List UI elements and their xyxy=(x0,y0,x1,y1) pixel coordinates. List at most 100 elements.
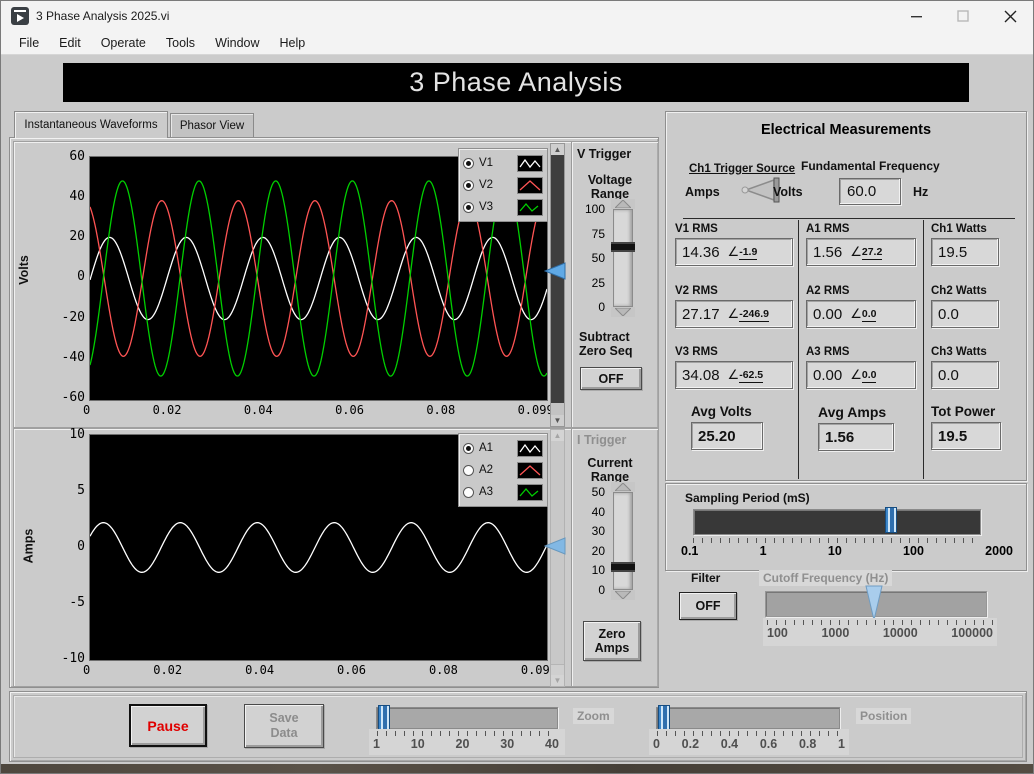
plot-visible-radio[interactable] xyxy=(463,487,474,498)
zoom-slider-handle[interactable] xyxy=(378,705,390,731)
filter-off-button[interactable]: OFF xyxy=(679,592,737,620)
plot-visible-radio[interactable] xyxy=(463,180,474,191)
voltage-range-handle[interactable] xyxy=(611,242,635,252)
banner: 3 Phase Analysis xyxy=(63,63,969,102)
i-trigger-title: I Trigger xyxy=(577,433,657,447)
measurement-label: Ch1 Watts xyxy=(923,221,1023,238)
zero-amps-button[interactable]: Zero Amps xyxy=(583,621,641,661)
menu-item-operate[interactable]: Operate xyxy=(91,34,156,52)
measurement-display: 1.56 xyxy=(818,423,894,451)
plot-sample-icon[interactable] xyxy=(517,484,543,501)
phase-angle: ∠-62.5 xyxy=(728,367,764,383)
plot-visible-radio[interactable] xyxy=(463,465,474,476)
fundamental-frequency-label: Fundamental Frequency xyxy=(801,159,940,173)
tick-label: 20 xyxy=(456,737,470,751)
phase-angle: ∠-1.9 xyxy=(728,244,758,260)
measurement-value: 1.56 xyxy=(825,429,854,446)
close-button[interactable] xyxy=(986,1,1034,31)
save-data-button[interactable]: Save Data xyxy=(244,704,324,748)
plot-sample-icon[interactable] xyxy=(517,462,543,479)
position-slider-handle[interactable] xyxy=(658,705,670,731)
scroll-down-icon[interactable]: ▼ xyxy=(551,415,564,426)
measurement-cell: Ch3 Watts0.0 xyxy=(923,344,1023,402)
measurements-grid: V1 RMS14.36∠-1.9A1 RMS1.56∠27.2Ch1 Watts… xyxy=(667,221,1023,472)
current-range-handle[interactable] xyxy=(611,562,635,572)
slider-up-cap[interactable] xyxy=(611,482,635,492)
legend-item-v1[interactable]: V1 xyxy=(463,152,543,174)
legend-item-a3[interactable]: A3 xyxy=(463,481,543,503)
scroll-up-icon[interactable]: ▲ xyxy=(551,144,564,155)
sampling-period-label: Sampling Period (mS) xyxy=(685,491,810,505)
measurement-cell: A1 RMS1.56∠27.2 xyxy=(798,221,923,283)
menu-item-edit[interactable]: Edit xyxy=(49,34,91,52)
trigger-source-volts-label: Volts xyxy=(773,185,803,199)
current-range-slider[interactable] xyxy=(611,482,635,600)
divider xyxy=(571,429,573,686)
tick-label: 0 xyxy=(77,539,85,554)
plot-sample-icon[interactable] xyxy=(517,199,543,216)
slider-track[interactable] xyxy=(613,209,633,307)
plot-visible-radio[interactable] xyxy=(463,202,474,213)
tick-label: 0 xyxy=(77,269,85,284)
slider-down-cap[interactable] xyxy=(611,590,635,600)
volts-legend: V1V2V3 xyxy=(458,148,548,222)
menu-item-window[interactable]: Window xyxy=(205,34,269,52)
v-trigger-level-marker[interactable] xyxy=(544,262,566,280)
save-data-label: Save Data xyxy=(264,711,304,741)
current-range-scale: 50403020100 xyxy=(579,485,605,597)
volts-y-scale: 6040200-20-40-60 xyxy=(49,149,85,405)
plot-visible-radio[interactable] xyxy=(463,158,474,169)
plot-visible-radio[interactable] xyxy=(463,443,474,454)
v-trigger-title: V Trigger xyxy=(577,147,657,161)
menu-item-tools[interactable]: Tools xyxy=(156,34,205,52)
measurement-label: V1 RMS xyxy=(667,221,798,238)
position-slider[interactable] xyxy=(656,707,840,729)
sampling-slider-handle[interactable] xyxy=(885,507,897,533)
fundamental-frequency-field[interactable]: 60.0 xyxy=(839,178,901,205)
fundamental-frequency-value: 60.0 xyxy=(847,183,876,200)
filter-label: Filter xyxy=(691,571,720,585)
tick-label: -20 xyxy=(62,310,85,325)
legend-item-a2[interactable]: A2 xyxy=(463,459,543,481)
zoom-scale: 110203040 xyxy=(373,737,559,751)
angle-value: 27.2 xyxy=(862,246,882,260)
subtract-zero-seq-button[interactable]: OFF xyxy=(580,367,642,390)
angle-value: -1.9 xyxy=(739,246,757,260)
measurement-label: Ch2 Watts xyxy=(923,283,1023,300)
plot-sample-icon[interactable] xyxy=(517,155,543,172)
tab-instantaneous-waveforms[interactable]: Instantaneous Waveforms xyxy=(14,111,168,138)
slider-up-cap[interactable] xyxy=(611,199,635,209)
maximize-button[interactable] xyxy=(940,1,986,31)
tick-label: 25 xyxy=(592,276,605,290)
legend-item-v2[interactable]: V2 xyxy=(463,174,543,196)
v-trigger-scrollbar[interactable]: ▲ ▼ xyxy=(550,143,565,427)
tick-label: 20 xyxy=(69,229,85,244)
measurement-value: 25.20 xyxy=(698,428,736,445)
tab-phasor-view[interactable]: Phasor View xyxy=(170,113,254,138)
menu-item-help[interactable]: Help xyxy=(270,34,316,52)
tick-label: 0.04 xyxy=(244,403,273,417)
tick-label: 0.02 xyxy=(153,403,182,417)
pause-button[interactable]: Pause xyxy=(129,704,207,747)
minimize-icon xyxy=(911,10,923,22)
tick-label: 0.08 xyxy=(426,403,455,417)
measurement-cell: Avg Amps1.56 xyxy=(798,402,923,472)
measurement-value: 14.36 xyxy=(682,244,720,261)
measurement-value: 34.08 xyxy=(682,367,720,384)
plot-sample-icon[interactable] xyxy=(517,177,543,194)
voltage-range-slider[interactable] xyxy=(611,199,635,317)
scroll-down-icon: ▼ xyxy=(551,675,564,686)
zoom-slider[interactable] xyxy=(376,707,558,729)
slider-track[interactable] xyxy=(613,492,633,590)
plot-sample-icon[interactable] xyxy=(517,440,543,457)
tick-label: 2000 xyxy=(985,544,1013,558)
divider xyxy=(571,142,573,427)
legend-item-a1[interactable]: A1 xyxy=(463,437,543,459)
measurement-cell: Ch1 Watts19.5 xyxy=(923,221,1023,283)
sampling-slider[interactable] xyxy=(693,509,981,535)
minimize-button[interactable] xyxy=(894,1,940,31)
slider-down-cap[interactable] xyxy=(611,307,635,317)
menu-item-file[interactable]: File xyxy=(9,34,49,52)
legend-item-v3[interactable]: V3 xyxy=(463,196,543,218)
angle-symbol: ∠ xyxy=(728,367,740,383)
